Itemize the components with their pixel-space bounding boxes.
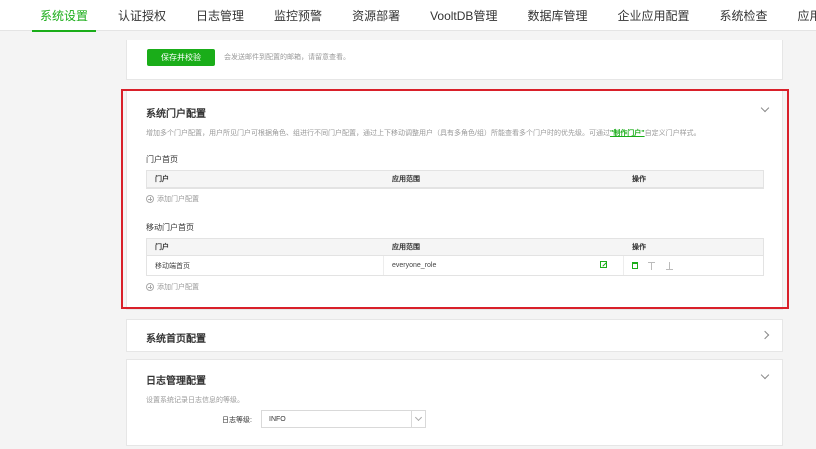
collapse-chevron-icon[interactable] [760, 370, 770, 380]
tab-log-management[interactable]: 日志管理 [188, 0, 252, 31]
tab-vooltdb[interactable]: VooltDB管理 [422, 0, 505, 31]
col-header-actions: 操作 [632, 244, 646, 251]
portal-config-description: 增加多个门户配置，用户所见门户可根据角色、组进行不同门户配置，通过上下移动调整用… [146, 130, 701, 137]
move-top-icon[interactable] [648, 261, 656, 270]
mail-settings-card: 保存并校验 会发送邮件到配置的邮箱，请留意查看。 [126, 40, 783, 80]
col-header-scope: 应用范围 [392, 176, 420, 183]
portal-home-table: 门户 应用范围 操作 [146, 170, 764, 189]
delete-icon[interactable] [632, 262, 638, 269]
tab-system-check[interactable]: 系统检查 [711, 0, 775, 31]
tab-auth[interactable]: 认证授权 [110, 0, 174, 31]
add-portal-label: 添加门户配置 [157, 284, 199, 291]
col-header-actions: 操作 [632, 176, 646, 183]
make-portal-link[interactable]: "制作门户" [610, 130, 645, 137]
tab-system-settings[interactable]: 系统设置 [32, 0, 97, 32]
save-hint-text: 会发送邮件到配置的邮箱，请留意查看。 [224, 54, 350, 61]
chevron-down-icon [411, 411, 425, 427]
portal-config-card: 系统门户配置 增加多个门户配置，用户所见门户可根据角色、组进行不同门户配置，通过… [126, 89, 783, 310]
mobile-portal-label: 移动门户首页 [146, 223, 194, 232]
collapse-chevron-icon[interactable] [760, 103, 770, 113]
log-level-label: 日志等级: [222, 417, 252, 424]
col-header-portal: 门户 [155, 244, 169, 251]
log-config-title: 日志管理配置 [146, 376, 206, 387]
log-config-card: 日志管理配置 设置系统记录日志信息的等级。 日志等级: INFO [126, 359, 783, 446]
home-config-title: 系统首页配置 [146, 334, 206, 345]
tab-enterprise-app[interactable]: 企业应用配置 [609, 0, 697, 31]
tab-resource-deploy[interactable]: 资源部署 [344, 0, 408, 31]
move-bottom-icon[interactable] [666, 261, 674, 270]
table-header: 门户 应用范围 操作 [147, 171, 763, 188]
add-portal-label: 添加门户配置 [157, 196, 199, 203]
top-nav: 系统设置 认证授权 日志管理 监控预警 资源部署 VooltDB管理 数据库管理… [0, 0, 816, 32]
col-header-scope: 应用范围 [392, 244, 420, 251]
home-config-card[interactable]: 系统首页配置 [126, 319, 783, 352]
save-verify-button[interactable]: 保存并校验 [147, 49, 215, 66]
portal-config-title: 系统门户配置 [146, 109, 206, 120]
log-level-value: INFO [269, 415, 286, 423]
add-circle-icon [146, 195, 154, 203]
tab-database[interactable]: 数据库管理 [519, 0, 595, 31]
table-header: 门户 应用范围 操作 [147, 239, 763, 256]
actions-cell [624, 256, 763, 275]
add-circle-icon [146, 283, 154, 291]
table-row: 移动端首页 everyone_role [147, 256, 763, 275]
scope-value: everyone_role [392, 262, 437, 269]
tab-monitoring[interactable]: 监控预警 [266, 0, 330, 31]
scope-cell: everyone_role [384, 256, 624, 275]
log-config-description: 设置系统记录日志信息的等级。 [146, 397, 244, 404]
add-portal-link[interactable]: 添加门户配置 [146, 194, 199, 204]
mobile-portal-table: 门户 应用范围 操作 移动端首页 everyone_role [146, 238, 764, 276]
portal-cell: 移动端首页 [147, 256, 384, 275]
tab-app-management[interactable]: 应用管理 [790, 0, 816, 31]
col-header-portal: 门户 [155, 176, 169, 183]
add-mobile-portal-link[interactable]: 添加门户配置 [146, 282, 199, 292]
expand-chevron-icon[interactable] [760, 330, 770, 340]
edit-icon[interactable] [600, 261, 607, 268]
log-level-select[interactable]: INFO [261, 410, 426, 428]
portal-home-label: 门户首页 [146, 155, 178, 164]
